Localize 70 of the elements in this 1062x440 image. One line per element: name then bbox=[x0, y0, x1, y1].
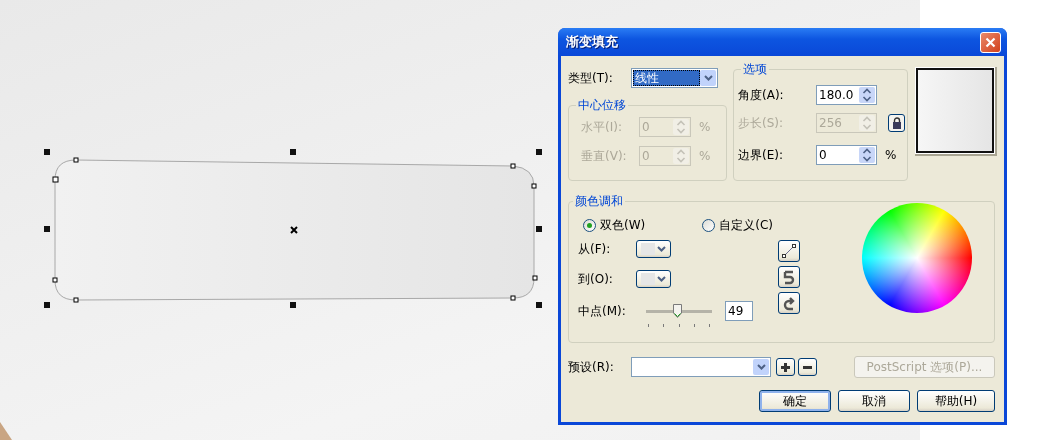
spin-arrows-icon[interactable] bbox=[859, 87, 875, 103]
lock-icon bbox=[891, 117, 902, 129]
preset-dropdown[interactable] bbox=[631, 357, 771, 377]
direct-blend-button[interactable] bbox=[778, 240, 800, 262]
field-label: 步长(S): bbox=[738, 114, 785, 132]
percent-unit: % bbox=[699, 120, 711, 134]
chevron-down-icon bbox=[756, 364, 766, 370]
chevron-down-icon bbox=[657, 276, 666, 282]
selection-handle[interactable] bbox=[536, 149, 542, 155]
spin-arrows-icon[interactable] bbox=[859, 147, 875, 163]
spin-field[interactable]: 180.0 bbox=[816, 85, 877, 105]
midpoint-field[interactable]: 49 bbox=[725, 301, 753, 321]
close-icon bbox=[985, 36, 996, 48]
curved-arrow-icon bbox=[781, 269, 797, 285]
add-preset-button[interactable] bbox=[776, 358, 795, 376]
remove-preset-button[interactable] bbox=[798, 358, 817, 376]
tan-shape bbox=[0, 422, 12, 440]
selection-handle[interactable] bbox=[44, 226, 50, 232]
node-handle[interactable] bbox=[531, 183, 537, 189]
radio-label: 双色(W) bbox=[600, 216, 646, 234]
radio-button[interactable] bbox=[702, 218, 716, 232]
spin-field[interactable]: 0 bbox=[816, 145, 877, 165]
percent-unit: % bbox=[885, 148, 897, 162]
field-label: 边界(E): bbox=[738, 146, 784, 164]
node-handle[interactable] bbox=[510, 295, 516, 301]
radio-option[interactable]: 双色(W) bbox=[583, 216, 646, 234]
node-handle[interactable] bbox=[532, 275, 538, 281]
window-title: 渐变填充 bbox=[566, 33, 618, 51]
node-handle[interactable] bbox=[73, 297, 79, 303]
chevron-down-icon bbox=[657, 246, 666, 252]
field-label: 从(F): bbox=[578, 240, 612, 258]
selection-handle[interactable] bbox=[44, 149, 50, 155]
group-title: 选项 bbox=[742, 61, 768, 78]
chevron-down-icon bbox=[703, 75, 713, 81]
close-button[interactable] bbox=[980, 31, 1001, 53]
selection-handle[interactable] bbox=[536, 302, 542, 308]
selection-handle[interactable] bbox=[290, 302, 296, 308]
line-icon bbox=[781, 243, 797, 259]
field-label: 类型(T): bbox=[568, 69, 614, 87]
dialog-button[interactable]: 帮助(H) bbox=[917, 390, 995, 412]
clockwise-blend-button[interactable] bbox=[778, 266, 800, 288]
selection-handle[interactable] bbox=[290, 149, 296, 155]
field-label: 到(O): bbox=[578, 270, 614, 288]
selection-handle[interactable] bbox=[536, 226, 542, 232]
group-title: 中心位移 bbox=[577, 97, 627, 114]
field-label: 预设(R): bbox=[568, 358, 615, 376]
field-label: 垂直(V): bbox=[581, 147, 628, 165]
center-mark-icon bbox=[290, 226, 298, 234]
color-picker-button[interactable] bbox=[636, 270, 671, 288]
group-title: 颜色调和 bbox=[574, 193, 624, 210]
field-label: 中点(M): bbox=[578, 302, 627, 320]
node-handle[interactable] bbox=[73, 157, 79, 163]
radio-label: 自定义(C) bbox=[719, 216, 773, 234]
radio-button[interactable] bbox=[583, 218, 596, 232]
percent-unit: % bbox=[699, 149, 711, 163]
node-handle[interactable] bbox=[52, 176, 59, 183]
counterclockwise-blend-button[interactable] bbox=[778, 292, 800, 314]
node-handle[interactable] bbox=[510, 163, 516, 169]
node-handle[interactable] bbox=[52, 277, 58, 283]
plus-icon bbox=[780, 361, 791, 373]
curved-arrow-icon bbox=[781, 295, 797, 311]
dialog-button[interactable]: 取消 bbox=[838, 390, 910, 412]
dialog-button[interactable]: 确定 bbox=[759, 390, 831, 412]
type-dropdown[interactable]: 线性 bbox=[631, 68, 718, 88]
radio-option[interactable]: 自定义(C) bbox=[702, 216, 773, 234]
slider-thumb[interactable] bbox=[673, 304, 683, 318]
selection-handle[interactable] bbox=[44, 302, 50, 308]
field-label: 角度(A): bbox=[738, 86, 785, 104]
color-picker-button[interactable] bbox=[636, 240, 671, 258]
field-label: 水平(I): bbox=[581, 118, 623, 136]
